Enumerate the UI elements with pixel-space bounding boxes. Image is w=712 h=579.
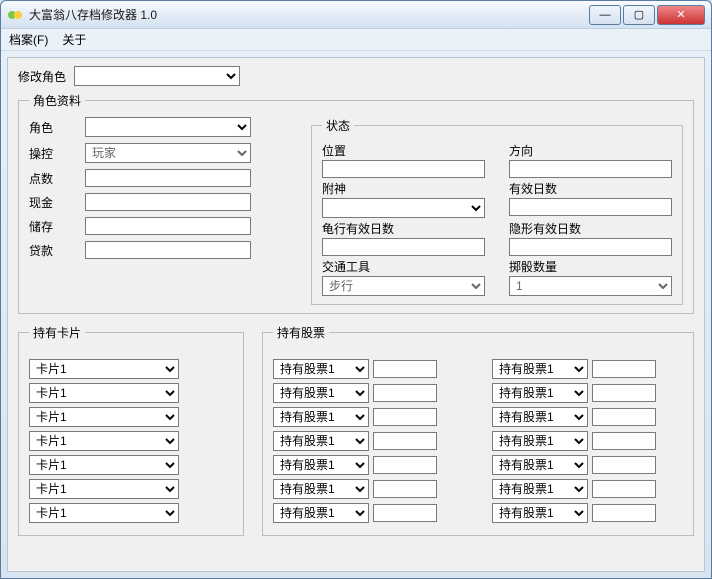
stock-l-4-qty[interactable] — [373, 456, 437, 474]
vehicle-label: 交通工具 — [322, 258, 485, 275]
stocks-col-left: 持有股票1 持有股票1 持有股票1 持有股票1 持有股票1 持有股票1 持有股票… — [273, 359, 464, 527]
minimize-button[interactable]: — — [589, 5, 621, 25]
titlebar[interactable]: 大富翁八存档修改器 1.0 — ▢ ✕ — [1, 1, 711, 29]
god-label: 附神 — [322, 180, 485, 197]
app-window: 大富翁八存档修改器 1.0 — ▢ ✕ 档案(F) 关于 修改角色 角色资料 角… — [0, 0, 712, 579]
position-input[interactable] — [322, 160, 485, 178]
invisdays-label: 隐形有效日数 — [509, 220, 672, 237]
stock-r-2-combo[interactable]: 持有股票1 — [492, 407, 588, 427]
stock-l-6-combo[interactable]: 持有股票1 — [273, 503, 369, 523]
stock-r-3-combo[interactable]: 持有股票1 — [492, 431, 588, 451]
stock-r-4-qty[interactable] — [592, 456, 656, 474]
cash-label: 现金 — [29, 194, 85, 211]
card-combo-6[interactable]: 卡片1 — [29, 503, 179, 523]
card-combo-4[interactable]: 卡片1 — [29, 455, 179, 475]
loan-input[interactable] — [85, 241, 251, 259]
close-button[interactable]: ✕ — [657, 5, 705, 25]
stock-l-4-combo[interactable]: 持有股票1 — [273, 455, 369, 475]
stock-l-1-qty[interactable] — [373, 384, 437, 402]
cash-input[interactable] — [85, 193, 251, 211]
validdays-label: 有效日数 — [509, 180, 672, 197]
stock-r-0-qty[interactable] — [592, 360, 656, 378]
client-area: 修改角色 角色资料 角色 操控 玩家 点数 — [7, 57, 705, 572]
card-combo-2[interactable]: 卡片1 — [29, 407, 179, 427]
role-combo[interactable] — [85, 117, 251, 137]
stock-r-1-combo[interactable]: 持有股票1 — [492, 383, 588, 403]
stock-l-0-combo[interactable]: 持有股票1 — [273, 359, 369, 379]
stock-r-3-qty[interactable] — [592, 432, 656, 450]
dice-combo[interactable]: 1 — [509, 276, 672, 296]
validdays-input[interactable] — [509, 198, 672, 216]
points-label: 点数 — [29, 170, 85, 187]
dice-label: 掷骰数量 — [509, 258, 672, 275]
savings-input[interactable] — [85, 217, 251, 235]
card-combo-5[interactable]: 卡片1 — [29, 479, 179, 499]
role-info-legend: 角色资料 — [29, 92, 85, 109]
stock-l-6-qty[interactable] — [373, 504, 437, 522]
loan-label: 贷款 — [29, 242, 85, 259]
stocks-legend: 持有股票 — [273, 324, 329, 341]
stock-l-2-qty[interactable] — [373, 408, 437, 426]
invisdays-input[interactable] — [509, 238, 672, 256]
direction-label: 方向 — [509, 142, 672, 159]
control-label: 操控 — [29, 145, 85, 162]
direction-input[interactable] — [509, 160, 672, 178]
stock-l-1-combo[interactable]: 持有股票1 — [273, 383, 369, 403]
god-combo[interactable] — [322, 198, 485, 218]
control-combo[interactable]: 玩家 — [85, 143, 251, 163]
stock-r-6-combo[interactable]: 持有股票1 — [492, 503, 588, 523]
savings-label: 储存 — [29, 218, 85, 235]
stock-r-0-combo[interactable]: 持有股票1 — [492, 359, 588, 379]
stock-l-5-combo[interactable]: 持有股票1 — [273, 479, 369, 499]
vehicle-combo[interactable]: 步行 — [322, 276, 485, 296]
card-combo-3[interactable]: 卡片1 — [29, 431, 179, 451]
points-input[interactable] — [85, 169, 251, 187]
window-buttons: — ▢ ✕ — [589, 5, 705, 25]
cards-group: 持有卡片 卡片1 卡片1 卡片1 卡片1 卡片1 卡片1 卡片1 — [18, 324, 244, 536]
app-icon — [7, 7, 23, 23]
role-label: 角色 — [29, 119, 85, 136]
turtledays-input[interactable] — [322, 238, 485, 256]
stocks-col-right: 持有股票1 持有股票1 持有股票1 持有股票1 持有股票1 持有股票1 持有股票… — [492, 359, 683, 527]
stock-r-6-qty[interactable] — [592, 504, 656, 522]
stock-r-4-combo[interactable]: 持有股票1 — [492, 455, 588, 475]
stock-r-1-qty[interactable] — [592, 384, 656, 402]
turtledays-label: 龟行有效日数 — [322, 220, 485, 237]
maximize-button[interactable]: ▢ — [623, 5, 655, 25]
status-group: 状态 位置 方向 附神 — [311, 117, 683, 305]
role-info-group: 角色资料 角色 操控 玩家 点数 现金 — [18, 92, 694, 314]
stock-l-3-qty[interactable] — [373, 432, 437, 450]
stock-r-2-qty[interactable] — [592, 408, 656, 426]
card-combo-0[interactable]: 卡片1 — [29, 359, 179, 379]
modify-role-combo[interactable] — [74, 66, 240, 86]
card-combo-1[interactable]: 卡片1 — [29, 383, 179, 403]
role-fields: 角色 操控 玩家 点数 现金 — [29, 117, 291, 305]
cards-legend: 持有卡片 — [29, 324, 85, 341]
modify-role-label: 修改角色 — [18, 68, 74, 85]
menubar: 档案(F) 关于 — [1, 29, 711, 51]
status-legend: 状态 — [322, 117, 354, 134]
stock-l-3-combo[interactable]: 持有股票1 — [273, 431, 369, 451]
stock-r-5-combo[interactable]: 持有股票1 — [492, 479, 588, 499]
menu-file[interactable]: 档案(F) — [9, 31, 48, 48]
stock-l-0-qty[interactable] — [373, 360, 437, 378]
stock-r-5-qty[interactable] — [592, 480, 656, 498]
menu-about[interactable]: 关于 — [62, 31, 86, 48]
position-label: 位置 — [322, 142, 485, 159]
stocks-group: 持有股票 持有股票1 持有股票1 持有股票1 持有股票1 持有股票1 持有股票1… — [262, 324, 694, 536]
stock-l-2-combo[interactable]: 持有股票1 — [273, 407, 369, 427]
window-title: 大富翁八存档修改器 1.0 — [29, 6, 589, 23]
stock-l-5-qty[interactable] — [373, 480, 437, 498]
modify-role-row: 修改角色 — [18, 66, 694, 86]
